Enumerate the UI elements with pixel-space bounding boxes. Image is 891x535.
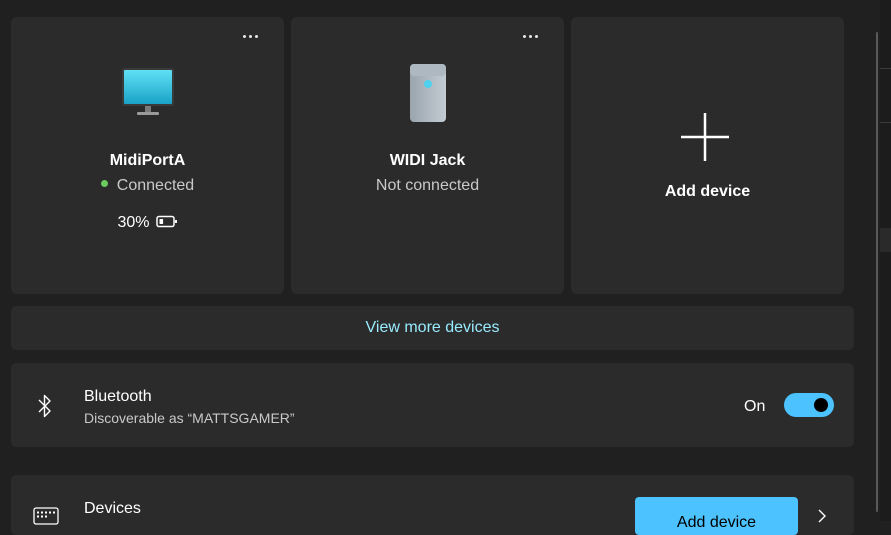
keyboard-icon: [33, 507, 59, 525]
bluetooth-setting-row: Bluetooth Discoverable as “MATTSGAMER” O…: [11, 363, 854, 447]
devices-setting-row[interactable]: Devices Add device: [11, 475, 854, 535]
edge-divider: [880, 122, 891, 123]
scrollbar[interactable]: [876, 32, 878, 512]
adjacent-window-edge: [880, 0, 891, 521]
edge-divider: [880, 68, 891, 69]
more-options-icon[interactable]: [240, 31, 260, 41]
bluetooth-title: Bluetooth: [84, 388, 152, 405]
device-card-widi-jack[interactable]: WIDI Jack Not connected: [291, 17, 564, 294]
device-status: Connected: [11, 177, 284, 195]
more-options-icon[interactable]: [520, 31, 540, 41]
add-device-card[interactable]: Add device: [571, 17, 844, 294]
toggle-knob: [814, 398, 828, 412]
battery-icon: [155, 216, 177, 228]
bluetooth-icon: [38, 394, 51, 418]
device-name: WIDI Jack: [389, 152, 466, 169]
connected-status-dot: [100, 180, 108, 188]
bluetooth-state-label: On: [744, 398, 766, 415]
battery-percent: 30%: [117, 214, 150, 231]
edge-block: [880, 228, 891, 252]
bluetooth-toggle[interactable]: [784, 393, 834, 417]
view-more-devices-label: View more devices: [365, 319, 500, 336]
view-more-devices-button[interactable]: View more devices: [11, 306, 854, 350]
devices-title: Devices: [84, 500, 141, 517]
tower-icon: [409, 64, 446, 122]
battery-level: 30%: [11, 214, 284, 232]
device-status: Not connected: [375, 177, 480, 194]
bluetooth-subtitle: Discoverable as “MATTSGAMER”: [84, 410, 295, 426]
device-card-midiporta[interactable]: MidiPortA Connected 30%: [11, 17, 284, 294]
plus-icon: [681, 113, 729, 161]
device-name: MidiPortA: [109, 152, 186, 169]
add-device-label: Add device: [664, 183, 751, 200]
add-device-button[interactable]: Add device: [635, 497, 798, 535]
monitor-icon: [121, 68, 174, 115]
